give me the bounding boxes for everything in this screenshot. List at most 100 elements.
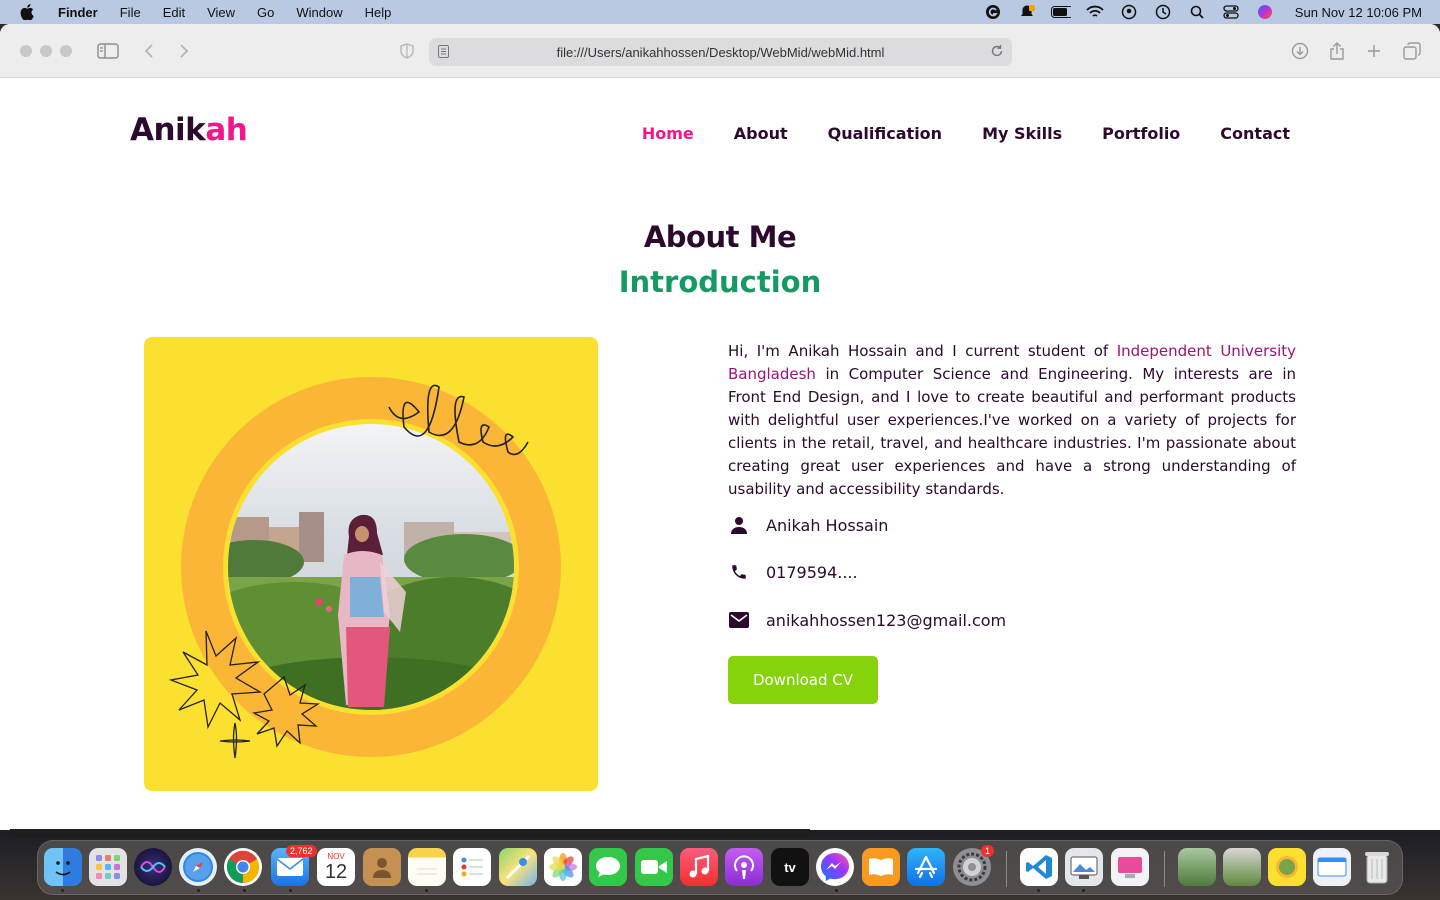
- download-cv-button[interactable]: Download CV: [728, 656, 878, 704]
- notification-icon[interactable]: [1017, 4, 1037, 20]
- battery-icon[interactable]: [1050, 4, 1071, 20]
- privacy-shield-icon[interactable]: [395, 39, 419, 63]
- apple-icon[interactable]: [20, 4, 38, 20]
- nav-portfolio[interactable]: Portfolio: [1102, 124, 1180, 143]
- browser-toolbar: file:///Users/anikahhossen/Desktop/WebMi…: [0, 24, 1440, 78]
- messages-icon[interactable]: [589, 848, 627, 886]
- recent-photo-thumbnail-2[interactable]: [1223, 848, 1261, 886]
- reload-icon[interactable]: [990, 44, 1004, 61]
- calendar-month: NOV: [327, 851, 345, 861]
- url-text[interactable]: file:///Users/anikahhossen/Desktop/WebMi…: [557, 45, 885, 60]
- back-icon[interactable]: [137, 39, 161, 63]
- podcasts-icon[interactable]: [725, 848, 763, 886]
- recent-photo-thumbnail-1[interactable]: [1178, 848, 1216, 886]
- grammarly-icon[interactable]: [983, 4, 1003, 20]
- new-tab-icon[interactable]: [1362, 39, 1386, 63]
- nav-about[interactable]: About: [734, 124, 788, 143]
- page-icon: [438, 45, 449, 61]
- menu-app-name[interactable]: Finder: [58, 5, 98, 20]
- profile-photo-card: [144, 337, 598, 791]
- nav-qualification[interactable]: Qualification: [828, 124, 942, 143]
- downloads-stack-icon[interactable]: [1268, 848, 1306, 886]
- wifi-icon[interactable]: [1085, 4, 1105, 20]
- tv-label: tv: [784, 859, 796, 875]
- minimize-window-button[interactable]: [40, 45, 52, 57]
- main-nav: Home About Qualification My Skills Portf…: [642, 124, 1290, 143]
- menu-help[interactable]: Help: [365, 5, 392, 20]
- window-controls: [20, 45, 72, 57]
- section-subtitle: Introduction: [618, 265, 822, 299]
- share-icon[interactable]: [1325, 39, 1349, 63]
- nav-home[interactable]: Home: [642, 124, 694, 143]
- close-window-button[interactable]: [20, 45, 32, 57]
- nav-my-skills[interactable]: My Skills: [982, 124, 1062, 143]
- forward-icon[interactable]: [172, 39, 196, 63]
- tab-overview-icon[interactable]: [1400, 39, 1424, 63]
- contacts-icon[interactable]: [363, 848, 401, 886]
- running-indicator: [425, 889, 428, 892]
- site-logo[interactable]: Anikah: [130, 112, 248, 148]
- zoom-window-button[interactable]: [60, 45, 72, 57]
- address-bar[interactable]: file:///Users/anikahhossen/Desktop/WebMi…: [429, 38, 1012, 66]
- mail-icon: [728, 609, 750, 631]
- control-center-icon[interactable]: [1221, 4, 1241, 20]
- running-indicator: [243, 889, 246, 892]
- info-name-row: Anikah Hossain: [728, 514, 888, 536]
- running-indicator: [1037, 889, 1040, 892]
- chrome-icon[interactable]: [224, 848, 262, 886]
- reminders-icon[interactable]: [453, 848, 491, 886]
- logo-accent-text: ah: [205, 112, 248, 148]
- menu-window[interactable]: Window: [296, 5, 342, 20]
- app-store-icon[interactable]: [907, 848, 945, 886]
- music-icon[interactable]: [680, 848, 718, 886]
- facetime-icon[interactable]: [635, 848, 673, 886]
- preview-icon[interactable]: [1065, 848, 1103, 886]
- notes-icon[interactable]: [408, 848, 446, 886]
- running-indicator: [61, 889, 64, 892]
- phone-icon: [728, 561, 750, 583]
- profile-photo: [168, 377, 561, 759]
- photos-icon[interactable]: [544, 848, 582, 886]
- safari-icon[interactable]: [179, 848, 217, 886]
- background-editor-window[interactable]: [10, 829, 810, 837]
- running-indicator: [197, 889, 200, 892]
- calendar-icon[interactable]: NOV 12: [317, 848, 355, 886]
- menu-file[interactable]: File: [120, 5, 141, 20]
- menu-view[interactable]: View: [207, 5, 235, 20]
- messenger-icon[interactable]: [816, 848, 854, 886]
- bio-text-start: Hi, I'm Anikah Hossain and I current stu…: [728, 342, 1117, 360]
- maps-icon[interactable]: [499, 848, 537, 886]
- finder-icon[interactable]: [44, 848, 82, 886]
- info-email-text: anikahhossen123@gmail.com: [766, 610, 1007, 630]
- bio-text-end: in Computer Science and Engineering. My …: [728, 365, 1296, 498]
- sidebar-toggle-icon[interactable]: [96, 39, 120, 63]
- info-email-row: anikahhossen123@gmail.com: [728, 609, 1006, 631]
- time-machine-icon[interactable]: [1153, 4, 1173, 20]
- books-icon[interactable]: [862, 848, 900, 886]
- downloads-icon[interactable]: [1288, 39, 1312, 63]
- running-indicator: [835, 889, 838, 892]
- web-page: Anikah Home About Qualification My Skill…: [0, 78, 1440, 830]
- nav-contact[interactable]: Contact: [1220, 124, 1290, 143]
- siri-app-icon[interactable]: [134, 848, 172, 886]
- spotlight-search-icon[interactable]: [1187, 4, 1207, 20]
- apple-tv-icon[interactable]: tv: [771, 848, 809, 886]
- documents-stack-icon[interactable]: [1313, 848, 1351, 886]
- siri-icon[interactable]: [1255, 4, 1275, 20]
- vscode-icon[interactable]: [1020, 848, 1058, 886]
- running-indicator: [1082, 889, 1085, 892]
- info-name-text: Anikah Hossain: [766, 515, 889, 535]
- menu-edit[interactable]: Edit: [163, 5, 185, 20]
- calendar-day: 12: [324, 860, 348, 883]
- clean-my-mac-icon[interactable]: [1111, 848, 1149, 886]
- user-account-icon[interactable]: [1119, 4, 1139, 20]
- trash-icon[interactable]: [1358, 848, 1396, 886]
- dock-separator: [1006, 851, 1007, 887]
- menu-go[interactable]: Go: [257, 5, 274, 20]
- menu-bar: Finder File Edit View Go Window Help Sun…: [0, 0, 1440, 24]
- menubar-clock[interactable]: Sun Nov 12 10:06 PM: [1295, 5, 1422, 20]
- dock-separator-2: [1164, 851, 1165, 887]
- launchpad-icon[interactable]: [89, 848, 127, 886]
- settings-update-badge: 1: [981, 845, 995, 857]
- section-title: About Me: [643, 220, 797, 254]
